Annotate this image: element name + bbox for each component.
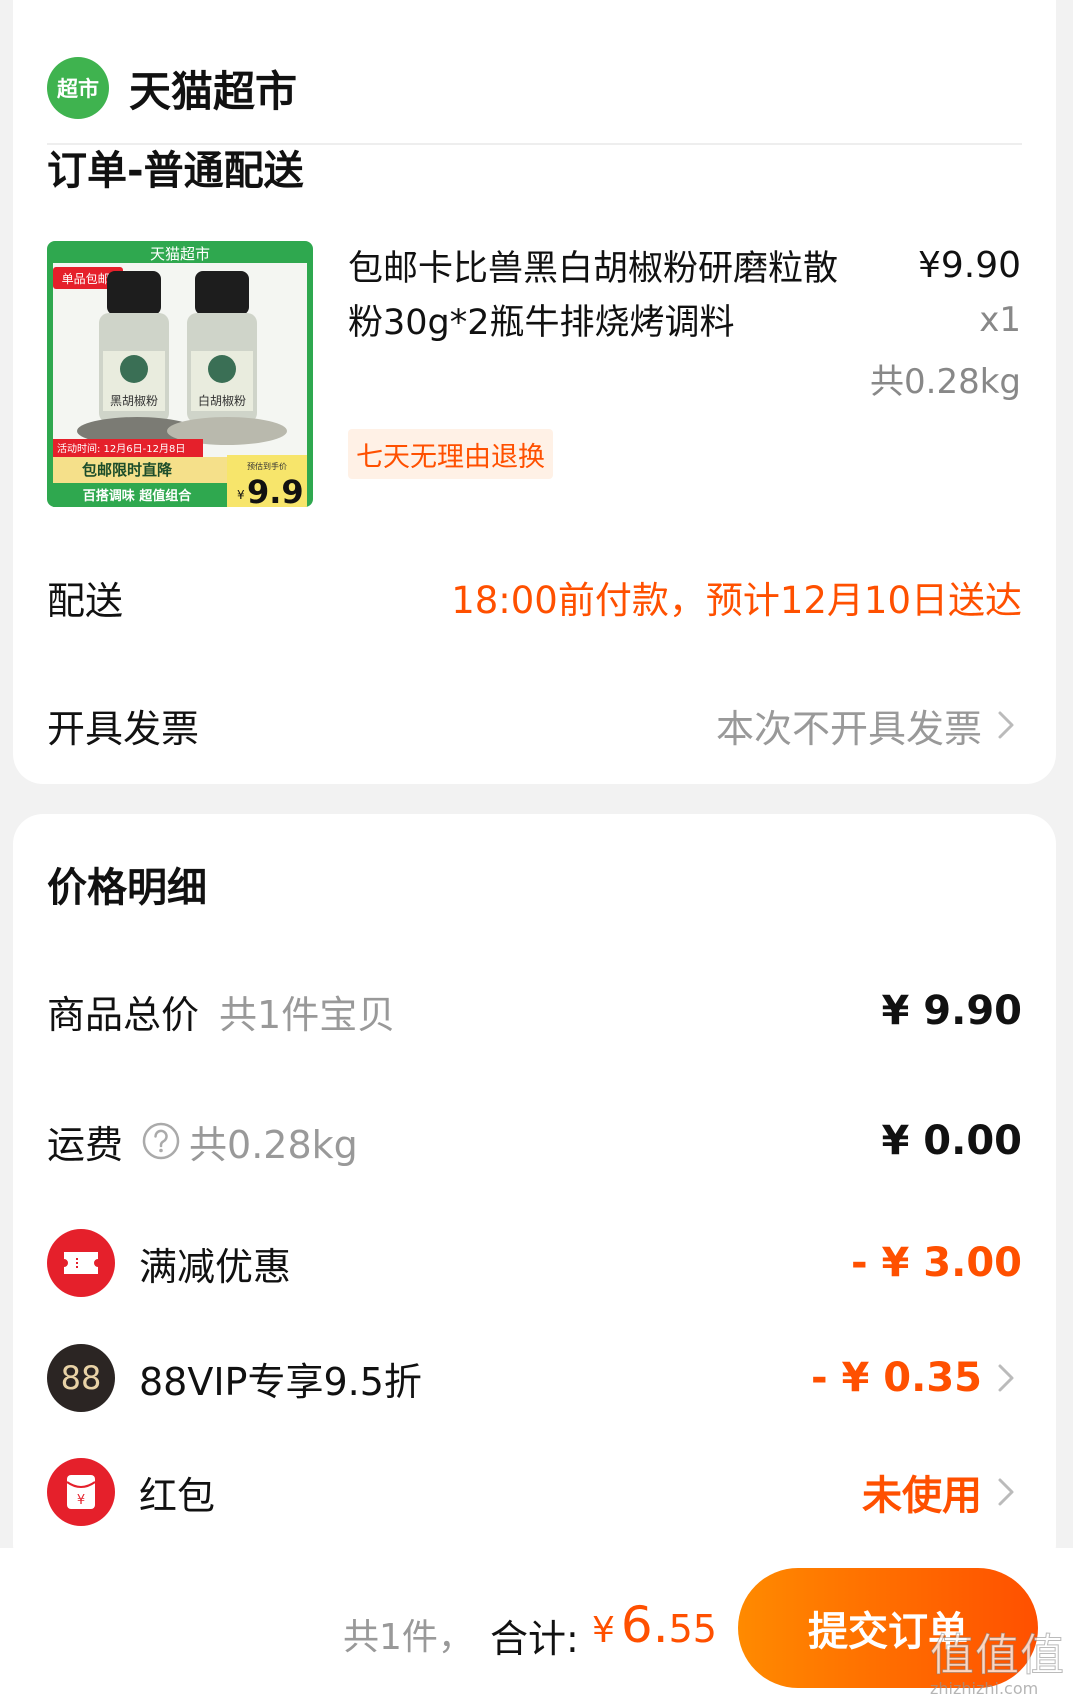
- full-reduction-amount: - ¥ 3.00: [851, 1240, 1022, 1286]
- product-name[interactable]: 包邮卡比兽黑白胡椒粉研磨粒散粉30g*2瓶牛排烧烤调料: [348, 242, 838, 350]
- full-reduction-label: 满减优惠: [139, 1244, 292, 1289]
- watermark-text: 值: [1020, 1630, 1064, 1681]
- total-label: 合计:: [490, 1617, 579, 1661]
- total-integer: 6.: [620, 1596, 669, 1654]
- invoice-row[interactable]: 开具发票 本次不开具发票: [47, 690, 1022, 760]
- goods-total-label: 商品总价: [47, 992, 200, 1037]
- watermark-domain: zhizhizhi.com: [930, 1679, 1038, 1698]
- image-right-bottle-text: 白胡椒粉: [198, 393, 246, 408]
- vip-label: 88VIP专享9.5折: [139, 1359, 422, 1404]
- invoice-value: 本次不开具发票: [715, 706, 982, 751]
- product-image[interactable]: 天猫超市 单品包邮! 黑胡椒粉 白胡椒粉 活动时间: 12月6日-12月8日 包…: [47, 241, 313, 507]
- vip-discount-row[interactable]: 88 88VIP专享9.5折 - ¥ 0.35: [47, 1342, 1022, 1414]
- invoice-label: 开具发票: [47, 706, 200, 751]
- goods-total-amount: ¥ 9.90: [881, 988, 1022, 1034]
- delivery-label: 配送: [47, 578, 124, 623]
- image-tag-text: 单品包邮!: [62, 272, 115, 286]
- product-quantity: x1: [979, 300, 1021, 340]
- red-packet-icon: ¥: [47, 1458, 115, 1526]
- shipping-label: 运费: [47, 1122, 124, 1167]
- item-count: 共1件，: [343, 1617, 474, 1658]
- shipping-row: 运费 共0.28kg ¥ 0.00: [47, 1106, 1022, 1176]
- red-packet-label: 红包: [139, 1473, 216, 1518]
- chevron-right-icon: [998, 1364, 1014, 1392]
- goods-total-row: 商品总价 共1件宝贝 ¥ 9.90: [47, 976, 1022, 1046]
- image-activity-text: 活动时间: 12月6日-12月8日: [57, 442, 185, 455]
- goods-count: 共1件宝贝: [219, 992, 396, 1037]
- red-packet-status: 未使用: [862, 1473, 982, 1519]
- total-yen: ¥: [592, 1610, 615, 1651]
- total-amount: ¥ 6. 55: [592, 1596, 717, 1654]
- store-header[interactable]: 超市 天猫超市: [47, 57, 297, 119]
- shipping-weight: 共0.28kg: [189, 1122, 358, 1167]
- image-promo-text: 包邮限时直降: [82, 461, 173, 479]
- product-weight: 共0.28kg: [870, 362, 1021, 402]
- help-icon[interactable]: [141, 1121, 181, 1161]
- image-est-yen: ¥: [237, 488, 245, 502]
- full-reduction-row: 满减优惠 - ¥ 3.00: [47, 1227, 1022, 1299]
- delivery-row: 配送 18:00前付款，预计12月10日送达: [47, 562, 1022, 632]
- image-est-price: 9.9: [247, 473, 304, 507]
- return-policy-badge: 七天无理由退换: [348, 429, 553, 479]
- coupon-icon: [47, 1229, 115, 1297]
- store-logo: 超市: [47, 57, 109, 119]
- store-name: 天猫超市: [129, 66, 298, 116]
- product-image-graphic: 天猫超市 单品包邮! 黑胡椒粉 白胡椒粉 活动时间: 12月6日-12月8日 包…: [47, 241, 313, 507]
- order-section-title: 订单-普通配送: [47, 148, 304, 194]
- red-packet-icon-yen: ¥: [77, 1493, 85, 1508]
- image-combo-text: 百搭调味 超值组合: [83, 488, 193, 504]
- watermark-text: 值: [975, 1630, 1019, 1681]
- delivery-value: 18:00前付款，预计12月10日送达: [451, 579, 1022, 622]
- image-store-text: 天猫超市: [150, 245, 210, 263]
- watermark-text: 值: [930, 1630, 974, 1681]
- chevron-right-icon: [998, 711, 1014, 739]
- total-decimal: 55: [668, 1607, 717, 1651]
- red-packet-row[interactable]: ¥ 红包 未使用: [47, 1456, 1022, 1528]
- price-detail-title: 价格明细: [47, 865, 207, 911]
- vip-discount-amount: - ¥ 0.35: [811, 1355, 982, 1401]
- image-left-bottle-text: 黑胡椒粉: [110, 394, 158, 408]
- watermark-logo: 值 值 值 zhizhizhi.com: [930, 1630, 1065, 1699]
- shipping-amount: ¥ 0.00: [881, 1118, 1022, 1164]
- vip-88-icon: 88: [47, 1344, 115, 1412]
- product-price: ¥9.90: [917, 245, 1021, 286]
- image-est-label: 预估到手价: [247, 461, 287, 471]
- chevron-right-icon: [998, 1478, 1014, 1506]
